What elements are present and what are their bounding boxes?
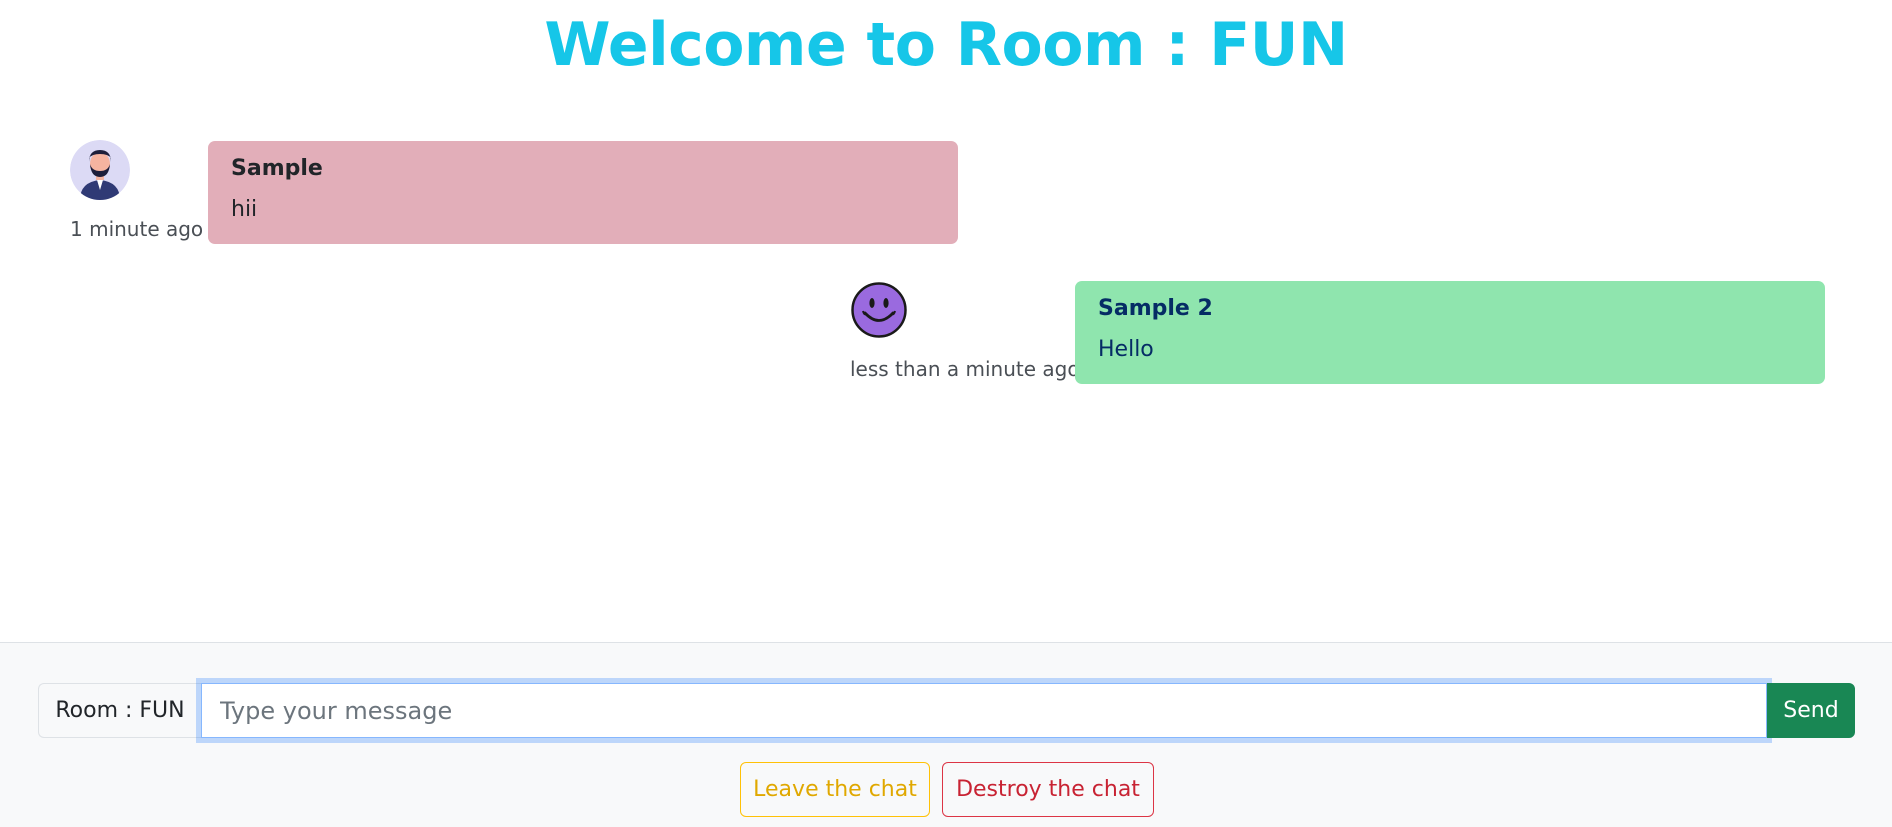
message-sender: Sample 2 [1098, 296, 1213, 321]
leave-chat-button[interactable]: Leave the chat [740, 762, 930, 817]
message-sender: Sample [231, 156, 323, 181]
message-bubble: Sample 2 Hello [1075, 281, 1825, 384]
message-input[interactable] [201, 683, 1767, 738]
destroy-chat-button[interactable]: Destroy the chat [942, 762, 1154, 817]
man-avatar-icon [70, 140, 130, 200]
room-label: Room : FUN [38, 683, 201, 738]
message-text: hii [231, 197, 258, 222]
message-time: 1 minute ago [70, 217, 204, 241]
send-button[interactable]: Send [1767, 683, 1855, 738]
message-bubble: Sample hii [208, 141, 958, 244]
message-time: less than a minute ago [850, 357, 1080, 381]
smiley-avatar-icon [851, 282, 907, 338]
chat-footer: Room : FUN Send Leave the chat Destroy t… [0, 642, 1892, 827]
page-title: Welcome to Room : FUN [544, 10, 1348, 80]
message-text: Hello [1098, 337, 1154, 362]
